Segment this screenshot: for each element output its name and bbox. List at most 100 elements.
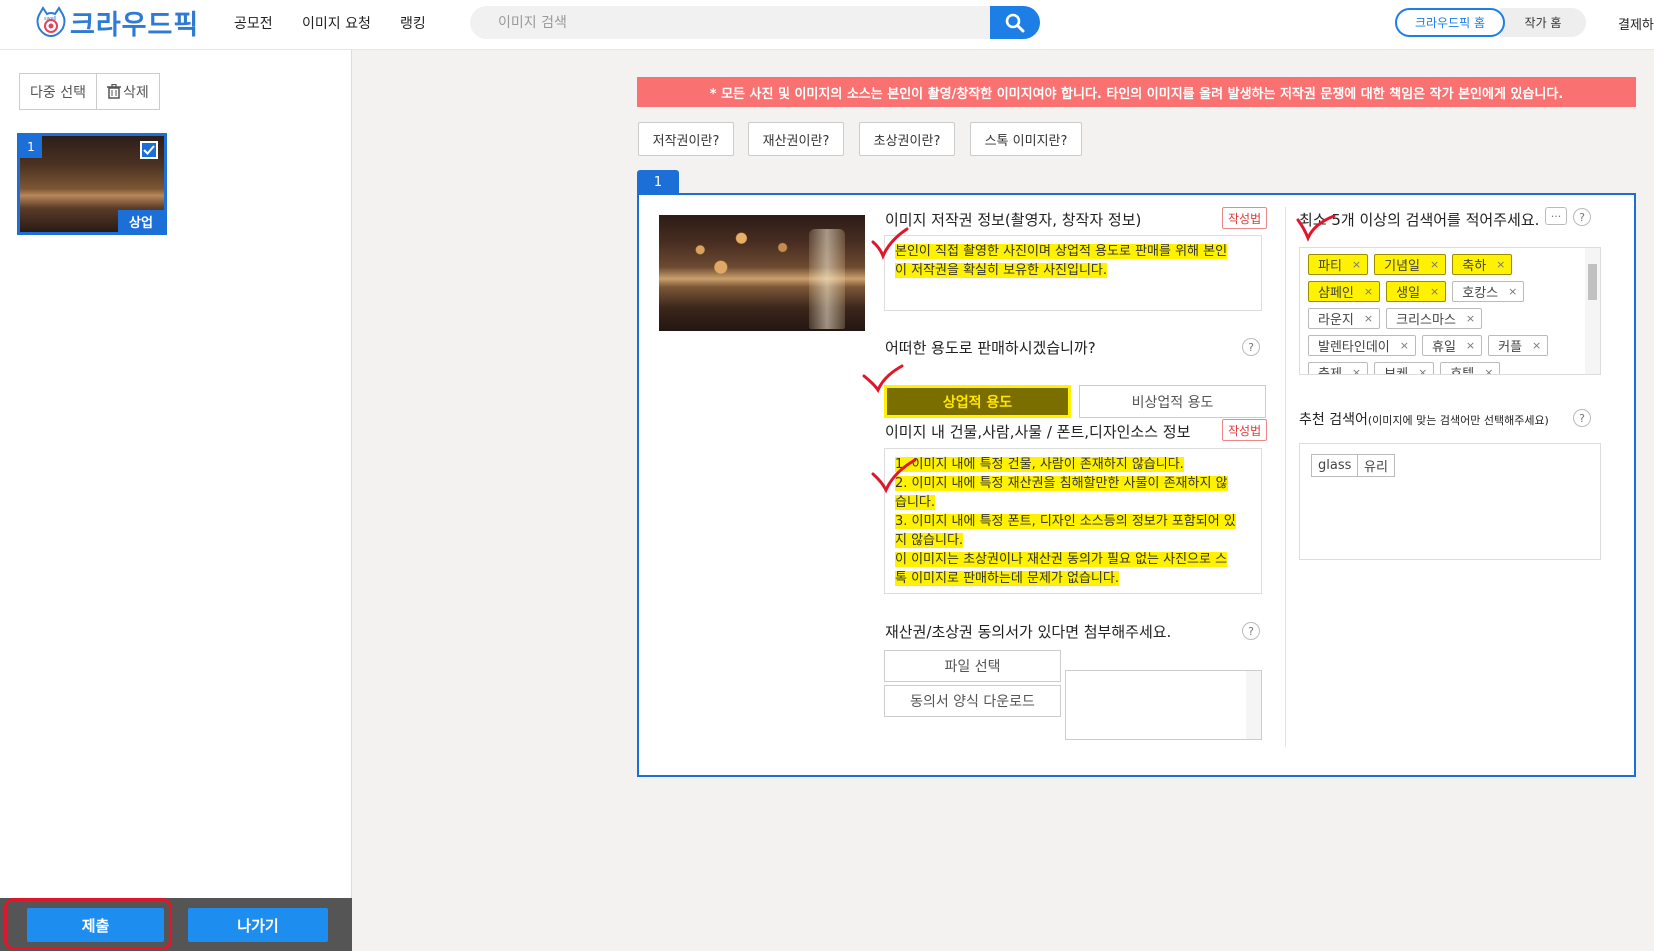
- recommended-title: 추천 검색어: [1299, 412, 1368, 428]
- delete-button[interactable]: 삭제: [95, 74, 159, 109]
- source-howto-button[interactable]: 작성법: [1222, 419, 1268, 441]
- crowdpic-home-button[interactable]: 크라우드픽 홈: [1395, 8, 1505, 37]
- exit-button[interactable]: 나가기: [188, 908, 328, 942]
- keyword-tag-label: 라운지: [1318, 313, 1354, 328]
- keyword-tag[interactable]: 축하 ×: [1452, 254, 1513, 275]
- what-is-stock-image-button[interactable]: 스톡 이미지란?: [970, 122, 1082, 156]
- keyword-tag[interactable]: 호텔 ×: [1440, 362, 1501, 374]
- recommended-keywords-box: glass 유리: [1299, 443, 1601, 560]
- action-bar: 제출 나가기: [0, 898, 352, 951]
- keyword-tag[interactable]: 커플 ×: [1488, 335, 1549, 356]
- remove-tag-icon[interactable]: ×: [1466, 339, 1475, 352]
- keyword-tag[interactable]: 보케 ×: [1374, 362, 1435, 374]
- remove-tag-icon[interactable]: ×: [1418, 366, 1427, 374]
- site-logo[interactable]: swell 크라우드픽: [34, 4, 200, 41]
- keyword-tag-label: 호캉스: [1462, 286, 1499, 301]
- source-line: 이 이미지는 초상권이나 재산권 동의가 필요 없는 사진으로 스: [895, 552, 1228, 567]
- keyword-tag[interactable]: 크리스마스 ×: [1386, 308, 1483, 329]
- source-line: 2. 이미지 내에 특정 재산권을 침해할만한 사물이 존재하지 않: [895, 476, 1228, 491]
- commercial-use-button[interactable]: 상업적 용도: [884, 385, 1071, 418]
- author-home-button[interactable]: 작가 홈: [1500, 8, 1586, 37]
- what-is-copyright-button[interactable]: 저작권이란?: [638, 122, 734, 156]
- svg-text:swell: swell: [44, 16, 57, 22]
- nav-contest[interactable]: 공모전: [234, 13, 273, 33]
- keyword-tag[interactable]: 생일 ×: [1386, 281, 1447, 302]
- keyword-tag-label: 파티: [1318, 259, 1342, 274]
- remove-tag-icon[interactable]: ×: [1466, 312, 1475, 325]
- keyword-scrollbar[interactable]: [1585, 248, 1600, 374]
- consent-label: 재산권/초상권 동의서가 있다면 첨부해주세요.: [885, 623, 1172, 641]
- delete-label: 삭제: [122, 84, 149, 101]
- keyword-tag[interactable]: 기념일 ×: [1374, 254, 1447, 275]
- keyword-tags-box[interactable]: 파티 × 기념일 × 축하 × 샴페인 × 생일 × 호캉스 × 라운지 × 크리스마스 × 발렌타인데이 × 휴일…: [1299, 247, 1601, 375]
- copyright-textarea[interactable]: 본인이 직접 촬영한 사진이며 상업적 용도로 판매를 위해 본인 이 저작권을…: [884, 235, 1262, 311]
- keywords-help-icon[interactable]: ?: [1573, 208, 1591, 226]
- commercial-badge: 상업: [118, 210, 164, 232]
- consent-form-download-button[interactable]: 동의서 양식 다운로드: [884, 685, 1061, 717]
- remove-tag-icon[interactable]: ×: [1352, 258, 1361, 271]
- checkmark-icon: [143, 145, 155, 155]
- search-icon: [1005, 13, 1025, 32]
- remove-tag-icon[interactable]: ×: [1496, 258, 1505, 271]
- keyword-tag-label: 기념일: [1384, 259, 1421, 274]
- remove-tag-icon[interactable]: ×: [1430, 258, 1439, 271]
- source-line: 습니다.: [895, 495, 936, 510]
- keyword-tag[interactable]: 발렌타인데이 ×: [1308, 335, 1416, 356]
- what-is-property-right-button[interactable]: 재산권이란?: [748, 122, 844, 156]
- keyword-tag[interactable]: 축제 ×: [1308, 362, 1369, 375]
- search-button[interactable]: [990, 6, 1040, 39]
- what-is-portrait-right-button[interactable]: 초상권이란?: [859, 122, 955, 156]
- keyword-tag-label: 생일: [1396, 286, 1421, 301]
- nav-image-request[interactable]: 이미지 요청: [302, 13, 371, 33]
- image-thumbnail[interactable]: 1 상업: [17, 133, 167, 235]
- nav-ranking[interactable]: 랭킹: [400, 13, 426, 33]
- recommended-help-icon[interactable]: ?: [1573, 409, 1591, 427]
- remove-tag-icon[interactable]: ×: [1484, 366, 1493, 374]
- file-select-button[interactable]: 파일 선택: [884, 650, 1061, 682]
- copyright-warning-banner: * 모든 사진 및 이미지의 소스는 본인이 촬영/창작한 이미지여야 합니다.…: [637, 77, 1636, 107]
- keywords-label: 최소 5개 이상의 검색어를 적어주세요.: [1299, 211, 1540, 229]
- payment-link[interactable]: 결제하: [1618, 14, 1654, 33]
- left-sidebar: 다중 선택 삭제 1 상업 제출 나가기: [0, 50, 352, 951]
- keyword-tag[interactable]: 파티 ×: [1308, 254, 1369, 275]
- logo-text: 크라우드픽: [70, 9, 200, 41]
- source-info-label: 이미지 내 건물,사람,사물 / 폰트,디자인소스 정보: [885, 423, 1191, 441]
- recommended-hint: (이미지에 맞는 검색어만 선택해주세요): [1367, 414, 1549, 427]
- remove-tag-icon[interactable]: ×: [1430, 285, 1439, 298]
- copyright-text-line-1: 본인이 직접 촬영한 사진이며 상업적 용도로 판매를 위해 본인: [895, 244, 1228, 259]
- keyword-tag-label: 축제: [1318, 367, 1342, 375]
- more-options-button[interactable]: ···: [1545, 207, 1567, 225]
- remove-tag-icon[interactable]: ×: [1400, 339, 1409, 352]
- copyright-howto-button[interactable]: 작성법: [1222, 207, 1268, 229]
- search-input[interactable]: [498, 6, 938, 39]
- remove-tag-icon[interactable]: ×: [1532, 339, 1541, 352]
- remove-tag-icon[interactable]: ×: [1508, 285, 1517, 298]
- keyword-tag-list: 파티 × 기념일 × 축하 × 샴페인 × 생일 × 호캉스 × 라운지 × 크리스마스 × 발렌타인데이 × 휴일…: [1308, 254, 1580, 375]
- remove-tag-icon[interactable]: ×: [1364, 312, 1373, 325]
- keyword-tag[interactable]: 샴페인 ×: [1308, 281, 1381, 302]
- remove-tag-icon[interactable]: ×: [1352, 366, 1361, 374]
- keyword-tag-label: 샴페인: [1318, 286, 1354, 301]
- recommended-tag[interactable]: 유리: [1357, 454, 1395, 477]
- keyword-tag[interactable]: 라운지 ×: [1308, 308, 1381, 329]
- copyright-text-line-2: 이 저작권을 확실히 보유한 사진입니다.: [895, 263, 1108, 278]
- usage-help-icon[interactable]: ?: [1242, 338, 1260, 356]
- consent-help-icon[interactable]: ?: [1242, 622, 1260, 640]
- multi-select-button[interactable]: 다중 선택: [20, 74, 96, 109]
- non-commercial-use-button[interactable]: 비상업적 용도: [1079, 385, 1266, 418]
- recommended-tag[interactable]: glass: [1311, 454, 1359, 477]
- attached-file-list[interactable]: [1065, 670, 1262, 740]
- submit-button[interactable]: 제출: [27, 908, 164, 942]
- remove-tag-icon[interactable]: ×: [1364, 285, 1373, 298]
- usage-question-label: 어떠한 용도로 판매하시겠습니까?: [885, 339, 1096, 357]
- thumbnail-checkbox[interactable]: [140, 141, 158, 159]
- keyword-tag[interactable]: 휴일 ×: [1421, 335, 1483, 356]
- keyword-tag-label: 발렌타인데이: [1318, 340, 1390, 355]
- keyword-tag[interactable]: 호캉스 ×: [1452, 281, 1525, 302]
- panel-tab-1[interactable]: 1: [637, 170, 679, 194]
- source-line: 지 않습니다.: [895, 533, 964, 548]
- champagne-photo: [659, 215, 865, 331]
- source-textarea[interactable]: 1. 이미지 내에 특정 건물, 사람이 존재하지 않습니다. 2. 이미지 내…: [884, 448, 1262, 594]
- keyword-scroll-thumb[interactable]: [1588, 264, 1597, 300]
- file-list-scrollbar[interactable]: [1246, 671, 1261, 739]
